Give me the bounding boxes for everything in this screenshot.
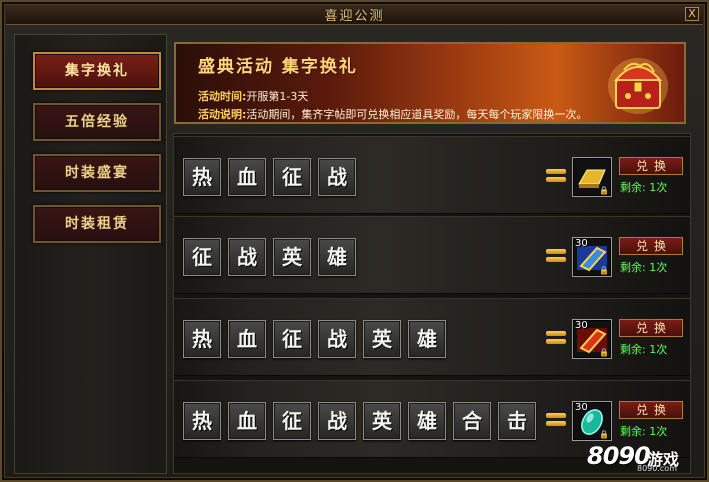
window-title: 喜迎公测 [324, 9, 385, 24]
event-time: 活动时间:开服第1-3天 [198, 88, 308, 104]
sidebar-item-five-times-exp[interactable]: 五倍经验 [33, 103, 161, 141]
reward-slot[interactable]: 🔒 [572, 157, 612, 197]
exchange-button[interactable]: 兑换 [619, 157, 683, 175]
watermark-domain: 8090.com [637, 464, 677, 473]
word-tile: 征 [183, 238, 221, 276]
word-tile: 战 [318, 320, 356, 358]
equals-icon [546, 249, 566, 263]
exchange-list: 热 血 征 战 🔒 兑换 剩余: 1次 征 战 英 雄 30 🔒 兑换 剩余: … [173, 133, 691, 474]
word-tile: 血 [228, 320, 266, 358]
titlebar: 喜迎公测 X [6, 5, 703, 25]
event-time-value: 开服第1-3天 [246, 90, 309, 103]
remaining-count: 剩余: 1次 [620, 343, 668, 356]
word-tile: 英 [363, 402, 401, 440]
exchange-row: 征 战 英 雄 30 🔒 兑换 剩余: 1次 [174, 216, 690, 294]
remaining-count: 剩余: 1次 [620, 425, 668, 438]
remaining-count: 剩余: 1次 [620, 261, 668, 274]
sidebar-item-fashion-rental[interactable]: 时装租赁 [33, 205, 161, 243]
word-tile: 合 [453, 402, 491, 440]
reward-slot[interactable]: 30 🔒 [572, 319, 612, 359]
word-tile: 雄 [408, 320, 446, 358]
bound-lock-icon: 🔒 [599, 348, 609, 357]
event-description: 活动说明:活动期间，集齐字帖即可兑换相应道具奖励，每天每个玩家限换一次。 [198, 106, 587, 122]
word-tile: 征 [273, 402, 311, 440]
word-tile: 热 [183, 320, 221, 358]
close-button[interactable]: X [685, 7, 699, 21]
equals-icon [546, 331, 566, 345]
word-tile: 战 [318, 158, 356, 196]
word-tile: 战 [318, 402, 356, 440]
exchange-button[interactable]: 兑换 [619, 319, 683, 337]
equals-icon [546, 413, 566, 427]
event-window: 喜迎公测 X 集字换礼 五倍经验 时装盛宴 时装租赁 盛典活动 集字换礼 活动时… [0, 0, 709, 482]
event-banner: 盛典活动 集字换礼 活动时间:开服第1-3天 活动说明:活动期间，集齐字帖即可兑… [174, 42, 686, 124]
reward-count: 30 [575, 238, 588, 249]
sidebar: 集字换礼 五倍经验 时装盛宴 时装租赁 [14, 34, 167, 474]
word-tile: 热 [183, 158, 221, 196]
reward-slot[interactable]: 30 🔒 [572, 401, 612, 441]
remaining-count: 剩余: 1次 [620, 181, 668, 194]
treasure-chest-icon [608, 58, 668, 114]
event-description-label: 活动说明: [198, 108, 247, 121]
reward-count: 30 [575, 320, 588, 331]
site-watermark-logo: 8090 游戏 8090.com [587, 438, 697, 474]
sidebar-item-collect-words[interactable]: 集字换礼 [33, 52, 161, 90]
exchange-button[interactable]: 兑换 [619, 401, 683, 419]
bound-lock-icon: 🔒 [599, 186, 609, 195]
equals-icon [546, 169, 566, 183]
exchange-row: 热 血 征 战 🔒 兑换 剩余: 1次 [174, 136, 690, 214]
exchange-row: 热 血 征 战 英 雄 30 🔒 兑换 剩余: 1次 [174, 298, 690, 376]
event-description-value: 活动期间，集齐字帖即可兑换相应道具奖励，每天每个玩家限换一次。 [246, 108, 588, 121]
bound-lock-icon: 🔒 [599, 266, 609, 275]
word-tile: 雄 [318, 238, 356, 276]
word-tile: 英 [273, 238, 311, 276]
word-tile: 英 [363, 320, 401, 358]
word-tile: 血 [228, 158, 266, 196]
word-tile: 雄 [408, 402, 446, 440]
reward-slot[interactable]: 30 🔒 [572, 237, 612, 277]
word-tile: 战 [228, 238, 266, 276]
word-tile: 血 [228, 402, 266, 440]
exchange-button[interactable]: 兑换 [619, 237, 683, 255]
sidebar-item-fashion-feast[interactable]: 时装盛宴 [33, 154, 161, 192]
event-time-label: 活动时间: [198, 90, 247, 103]
banner-title: 盛典活动 集字换礼 [198, 57, 358, 77]
word-tile: 击 [498, 402, 536, 440]
word-tile: 征 [273, 320, 311, 358]
word-tile: 热 [183, 402, 221, 440]
reward-count: 30 [575, 402, 588, 413]
word-tile: 征 [273, 158, 311, 196]
